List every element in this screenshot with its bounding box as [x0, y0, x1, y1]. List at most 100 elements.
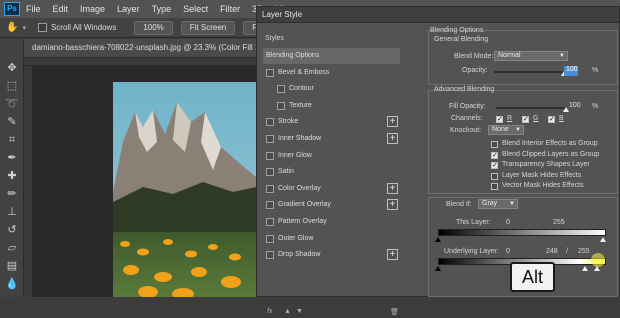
style-item-texture[interactable]: Texture [263, 98, 400, 114]
style-item-contour[interactable]: Contour [263, 81, 400, 97]
opacity-label: Opacity: [462, 67, 488, 74]
style-checkbox[interactable] [266, 184, 274, 193]
layer-style-dialog: Layer Style Styles Blending Options Bevel… [256, 6, 620, 316]
fx-icon[interactable]: fx [267, 308, 272, 315]
style-item-label: Pattern Overlay [278, 218, 327, 225]
style-item-color-overlay[interactable]: Color Overlay + [263, 181, 400, 197]
style-item-label: Contour [289, 85, 314, 93]
add-style-plus-icon[interactable]: + [387, 133, 398, 144]
style-item-label: Inner Glow [278, 151, 312, 159]
channel-r-label: R [507, 115, 513, 122]
add-style-plus-icon[interactable]: + [387, 249, 398, 261]
underlying-black-thumb[interactable] [435, 266, 441, 271]
menu-select[interactable]: Select [183, 4, 208, 14]
vertical-ruler[interactable] [24, 66, 32, 297]
style-item-satin[interactable]: Satin [263, 164, 400, 180]
eyedropper-tool-icon[interactable]: ✒ [4, 151, 20, 165]
blend-mode-select[interactable]: Normal ▼ [494, 51, 568, 61]
menu-file[interactable]: File [26, 4, 41, 14]
option-checkbox[interactable]: ✓ [491, 151, 498, 159]
lasso-tool-icon[interactable]: ➰ [4, 97, 20, 111]
style-item-inner-glow[interactable]: Inner Glow [263, 148, 400, 164]
menu-layer[interactable]: Layer [117, 4, 140, 14]
channel-r-checkbox[interactable]: ✓ [496, 116, 503, 123]
this-layer-white-thumb[interactable] [600, 237, 606, 242]
this-layer-black-thumb[interactable] [435, 237, 441, 242]
alt-key-overlay: Alt [510, 262, 555, 292]
styles-footer: fx ▲ ▼ 🗑 [267, 308, 402, 318]
crop-tool-icon[interactable]: ⌗ [4, 133, 20, 147]
document-tab[interactable]: damiano-basschiera-708022-unsplash.jpg @… [32, 43, 270, 52]
this-layer-high-value: 255 [553, 219, 565, 226]
menu-filter[interactable]: Filter [220, 4, 240, 14]
knockout-select[interactable]: None ▼ [488, 125, 524, 135]
healing-brush-tool-icon[interactable]: ✚ [4, 169, 20, 183]
cursor-highlight [591, 253, 605, 267]
menu-type[interactable]: Type [152, 4, 172, 14]
style-checkbox[interactable] [266, 168, 274, 177]
gradient-tool-icon[interactable]: ▤ [4, 259, 20, 273]
style-checkbox[interactable] [266, 218, 274, 226]
option-checkbox[interactable]: ✓ [491, 162, 498, 169]
underlying-split-thumb-left[interactable] [582, 266, 588, 271]
style-item-stroke[interactable]: Stroke + [263, 114, 400, 130]
style-item-bevel-emboss[interactable]: Bevel & Emboss [263, 65, 400, 81]
style-checkbox[interactable] [266, 68, 274, 77]
scroll-all-label: Scroll All Windows [50, 23, 117, 32]
add-style-plus-icon[interactable]: + [387, 182, 398, 194]
style-checkbox[interactable] [266, 234, 274, 243]
style-checkbox[interactable] [277, 85, 285, 94]
opacity-unit: % [592, 67, 599, 74]
style-item-drop-shadow[interactable]: Drop Shadow + [263, 247, 400, 263]
eraser-tool-icon[interactable]: ▱ [4, 241, 20, 255]
styles-header[interactable]: Styles [265, 35, 284, 42]
move-up-icon[interactable]: ▲ [284, 308, 291, 315]
clone-stamp-tool-icon[interactable]: ⊥ [4, 205, 20, 219]
zoom-100-button[interactable]: 100% [134, 20, 173, 35]
option-checkbox[interactable] [491, 172, 498, 180]
channel-g-checkbox[interactable]: ✓ [522, 116, 529, 123]
style-item-inner-shadow[interactable]: Inner Shadow + [263, 131, 400, 147]
blur-tool-icon[interactable]: 💧 [4, 277, 20, 291]
blend-if-select[interactable]: Gray ▼ [478, 199, 518, 209]
style-item-pattern-overlay[interactable]: Pattern Overlay [263, 214, 400, 230]
channel-b-checkbox[interactable]: ✓ [548, 116, 555, 123]
quick-select-tool-icon[interactable]: ✎ [4, 115, 20, 129]
scroll-all-checkbox[interactable] [37, 23, 47, 32]
style-item-gradient-overlay[interactable]: Gradient Overlay + [263, 197, 400, 213]
menu-edit[interactable]: Edit [53, 4, 69, 14]
style-checkbox[interactable] [266, 151, 274, 160]
style-checkbox[interactable] [266, 251, 274, 260]
knockout-value: None [492, 126, 509, 133]
dialog-title-bar[interactable]: Layer Style [257, 7, 619, 23]
style-checkbox[interactable] [277, 101, 285, 110]
style-item-blending-options[interactable]: Blending Options [263, 48, 400, 64]
marquee-tool-icon[interactable]: ⬚ [4, 79, 20, 93]
move-down-icon[interactable]: ▼ [296, 308, 303, 315]
channel-g-label: G [533, 115, 539, 122]
add-style-plus-icon[interactable]: + [387, 116, 398, 128]
opacity-slider-track[interactable] [494, 71, 564, 73]
trash-icon[interactable]: 🗑 [390, 308, 399, 316]
fit-screen-button[interactable]: Fit Screen [180, 20, 236, 35]
menu-image[interactable]: Image [80, 4, 105, 14]
this-layer-low-value: 0 [506, 219, 510, 226]
history-brush-tool-icon[interactable]: ↺ [4, 223, 20, 237]
option-checkbox[interactable] [491, 183, 498, 190]
style-checkbox[interactable] [266, 118, 274, 127]
this-layer-label: This Layer: [456, 219, 491, 226]
fill-opacity-input[interactable]: 100 [567, 102, 581, 112]
style-item-outer-glow[interactable]: Outer Glow [263, 231, 400, 247]
add-style-plus-icon[interactable]: + [387, 199, 398, 211]
option-checkbox[interactable] [491, 141, 498, 148]
horizontal-ruler[interactable] [24, 58, 260, 66]
fill-opacity-slider-track[interactable] [496, 107, 566, 109]
brush-tool-icon[interactable]: ✏ [4, 187, 20, 201]
tool-preset-chevron-icon[interactable]: ▾ [22, 24, 26, 32]
opacity-input[interactable]: 100 [564, 66, 578, 76]
style-checkbox[interactable] [266, 135, 274, 143]
style-item-label: Inner Shadow [278, 135, 322, 142]
style-checkbox[interactable] [266, 201, 274, 210]
move-tool-icon[interactable]: ✥ [4, 61, 20, 75]
style-item-label: Gradient Overlay [278, 201, 331, 209]
